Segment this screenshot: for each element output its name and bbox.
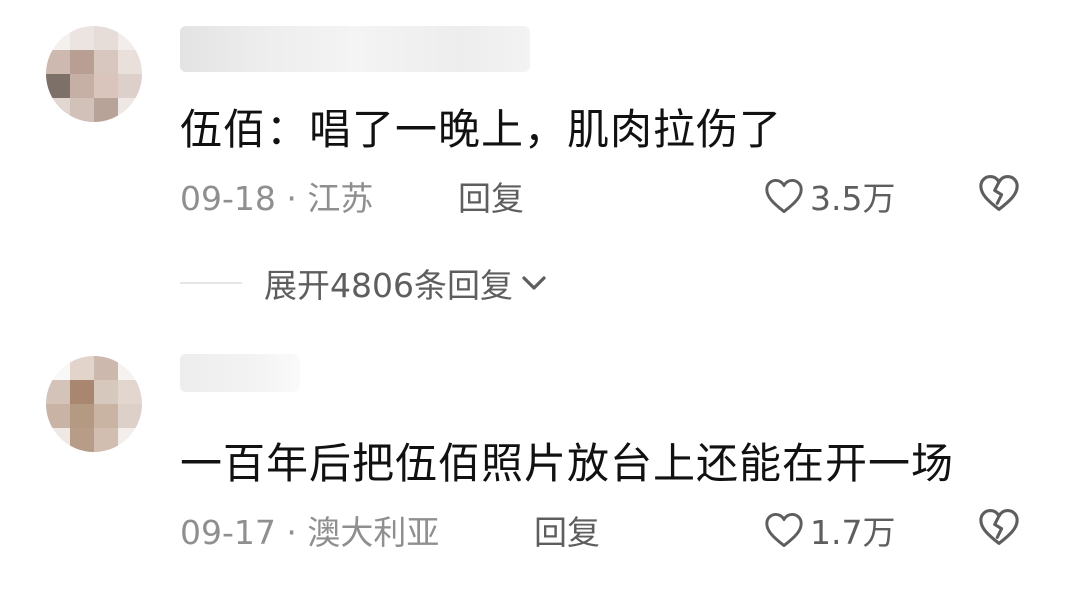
broken-heart-icon <box>979 175 1019 211</box>
broken-heart-icon <box>979 509 1019 545</box>
username-blurred[interactable] <box>180 26 530 72</box>
like-count: 1.7万 <box>810 513 896 552</box>
comment-meta: 09-18 · 江苏 回复 3.5万 <box>180 172 1040 218</box>
heart-outline-icon <box>765 512 803 548</box>
comment-date-location: 09-18 · 江苏 <box>180 179 374 218</box>
avatar[interactable] <box>46 26 142 122</box>
divider-line <box>180 282 242 284</box>
heart-outline-icon <box>765 178 803 214</box>
avatar-mosaic <box>46 356 142 452</box>
expand-replies-button[interactable]: 展开4806条回复 <box>180 258 680 308</box>
like-button[interactable]: 1.7万 <box>764 506 895 554</box>
avatar[interactable] <box>46 356 142 452</box>
comment-text: 伍佰：唱了一晚上，肌肉拉伤了 <box>180 105 783 154</box>
chevron-down-icon <box>522 276 546 290</box>
comment-text: 一百年后把伍佰照片放台上还能在开一场 <box>180 439 955 488</box>
reply-button[interactable]: 回复 <box>534 506 600 554</box>
dislike-button[interactable] <box>978 508 1020 554</box>
expand-replies-label: 展开4806条回复 <box>264 266 513 305</box>
reply-button[interactable]: 回复 <box>458 172 524 220</box>
comment-item: 伍佰：唱了一晚上，肌肉拉伤了 09-18 · 江苏 回复 3.5万 <box>0 0 1080 240</box>
username-blurred[interactable] <box>180 354 300 392</box>
like-button[interactable]: 3.5万 <box>764 172 895 220</box>
comment-date-location: 09-17 · 澳大利亚 <box>180 513 440 552</box>
avatar-mosaic <box>46 26 142 122</box>
like-count: 3.5万 <box>810 179 896 218</box>
dislike-button[interactable] <box>978 174 1020 220</box>
comment-meta: 09-17 · 澳大利亚 回复 1.7万 <box>180 506 1040 552</box>
comment-item: 一百年后把伍佰照片放台上还能在开一场 09-17 · 澳大利亚 回复 1.7万 <box>0 330 1080 590</box>
